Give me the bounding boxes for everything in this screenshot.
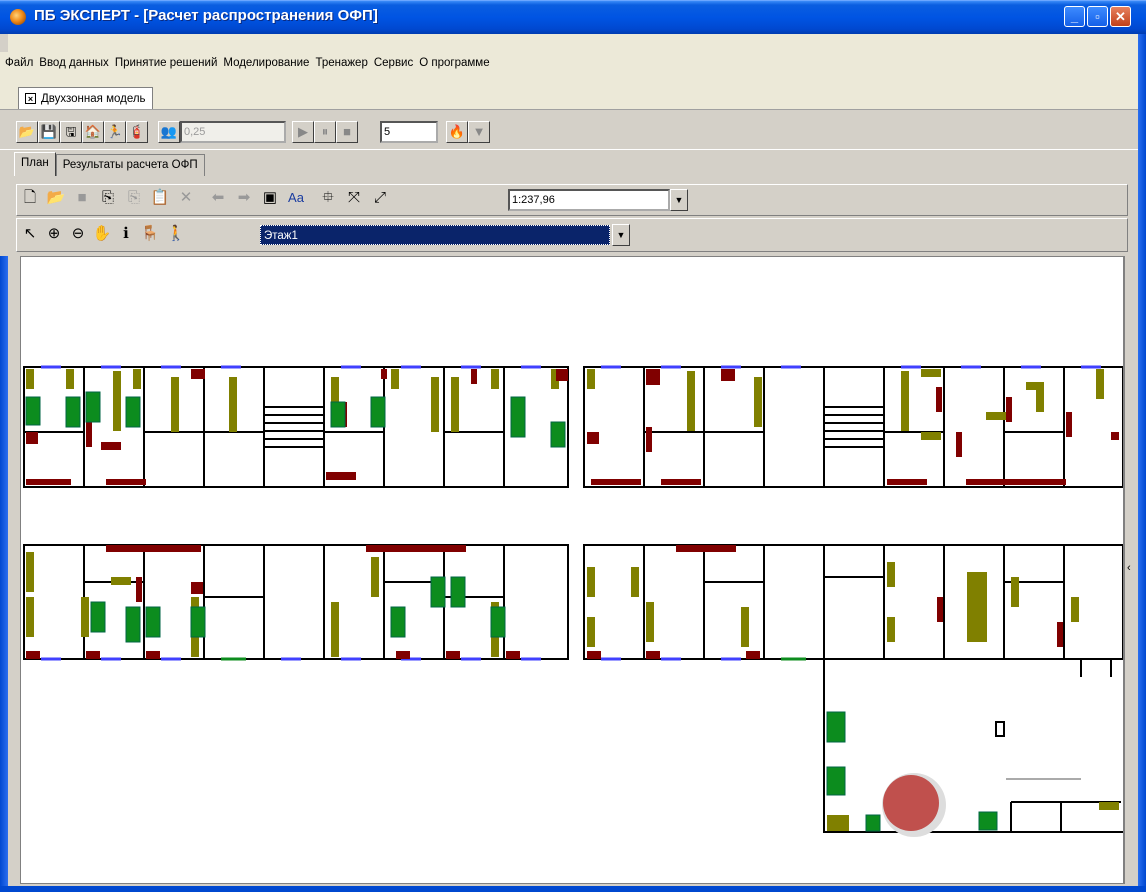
menu-trainer[interactable]: Тренажер: [312, 57, 370, 69]
document-tab-strip: [0, 84, 1146, 110]
tab-ofp-results[interactable]: Результаты расчета ОФП: [55, 154, 205, 176]
floor-select[interactable]: Этаж1: [260, 225, 610, 245]
speed-field[interactable]: 5: [380, 121, 438, 143]
frame-gap: [0, 74, 1146, 84]
floor-dropdown-button[interactable]: ▼: [612, 224, 630, 246]
window-bottom-border: [0, 886, 1146, 892]
upper-left-block: [23, 366, 569, 488]
zoom-out-icon[interactable]: ⊖: [68, 224, 88, 244]
splitter-handle[interactable]: ‹: [1124, 256, 1138, 884]
open-icon[interactable]: 📂: [16, 121, 38, 143]
menu-modeling[interactable]: Моделирование: [220, 57, 312, 69]
tab-plan[interactable]: План: [14, 152, 56, 176]
close-tab-icon[interactable]: ×: [25, 93, 36, 104]
menu-bar: Файл Ввод данных Принятие решений Модели…: [0, 52, 1146, 74]
text-icon[interactable]: Aa: [286, 188, 306, 208]
zoom-fit-icon[interactable]: ⤧: [344, 188, 364, 208]
open-file-icon[interactable]: 📂: [46, 188, 66, 208]
add-person-icon[interactable]: 🚶: [166, 224, 186, 244]
app-icon: [10, 9, 26, 25]
save-file-icon[interactable]: ■: [72, 188, 92, 208]
new-file-icon[interactable]: 🗋: [20, 188, 40, 208]
menu-about[interactable]: О программе: [416, 57, 492, 69]
frame-gap: [8, 34, 1138, 52]
fire-extinguisher-icon[interactable]: 🧯: [126, 121, 148, 143]
scale-field[interactable]: 1:237,96: [508, 189, 670, 211]
undo-icon[interactable]: ⬅: [208, 188, 228, 208]
fire-source-icon[interactable]: 🔥: [446, 121, 468, 143]
document-tab[interactable]: × Двухзонная модель: [18, 87, 153, 109]
restore-button[interactable]: ▫: [1087, 6, 1108, 27]
menu-decisions[interactable]: Принятие решений: [112, 57, 221, 69]
plan-tabs: План Результаты расчета ОФП: [14, 152, 205, 178]
lower-left-block: [23, 544, 569, 660]
window-title: ПБ ЭКСПЕРТ - [Расчет распространения ОФП…: [34, 7, 378, 24]
paste-icon[interactable]: 📋: [150, 188, 170, 208]
select-region-icon[interactable]: ⯐: [318, 188, 338, 208]
duplicate-icon[interactable]: ⎘: [124, 188, 144, 208]
fire-source-marker: [883, 775, 939, 831]
pan-hand-icon[interactable]: ✋: [92, 224, 112, 244]
building-settings-icon[interactable]: 🏠: [82, 121, 104, 143]
window-right-border: [1138, 34, 1146, 892]
delete-icon[interactable]: ✕: [176, 188, 196, 208]
lower-right-block: [583, 544, 1123, 660]
window-left-border: [0, 256, 8, 892]
minimize-button[interactable]: _: [1064, 6, 1085, 27]
stop-icon[interactable]: ■: [336, 121, 358, 143]
menu-service[interactable]: Сервис: [371, 57, 416, 69]
close-button[interactable]: ✕: [1110, 6, 1131, 27]
scale-dropdown-button[interactable]: ▼: [670, 189, 688, 211]
filter-icon[interactable]: ▼: [468, 121, 490, 143]
play-icon[interactable]: ▶: [292, 121, 314, 143]
floor-plan: [23, 365, 1123, 837]
save-as-icon[interactable]: 🖫: [60, 121, 82, 143]
info-icon[interactable]: ℹ: [116, 224, 136, 244]
menu-file[interactable]: Файл: [2, 57, 36, 69]
pause-icon[interactable]: ⏸: [314, 121, 336, 143]
add-furniture-icon[interactable]: 🪑: [140, 224, 160, 244]
properties-icon[interactable]: ▣: [260, 188, 280, 208]
evacuation-settings-icon[interactable]: 🏃: [104, 121, 126, 143]
people-icon: 👥: [158, 121, 180, 143]
collapse-chevron-icon[interactable]: ‹: [1127, 562, 1131, 574]
pointer-icon[interactable]: ↖: [20, 224, 40, 244]
document-tab-label: Двухзонная модель: [41, 92, 146, 105]
plan-canvas[interactable]: [20, 256, 1124, 884]
save-icon[interactable]: 💾: [38, 121, 60, 143]
menu-data-input[interactable]: Ввод данных: [36, 57, 112, 69]
zoom-extents-icon[interactable]: ⤢: [370, 188, 390, 208]
time-step-field: 0,25: [180, 121, 286, 143]
copy-icon[interactable]: ⎘: [98, 188, 118, 208]
zoom-in-icon[interactable]: ⊕: [44, 224, 64, 244]
redo-icon[interactable]: ➡: [234, 188, 254, 208]
